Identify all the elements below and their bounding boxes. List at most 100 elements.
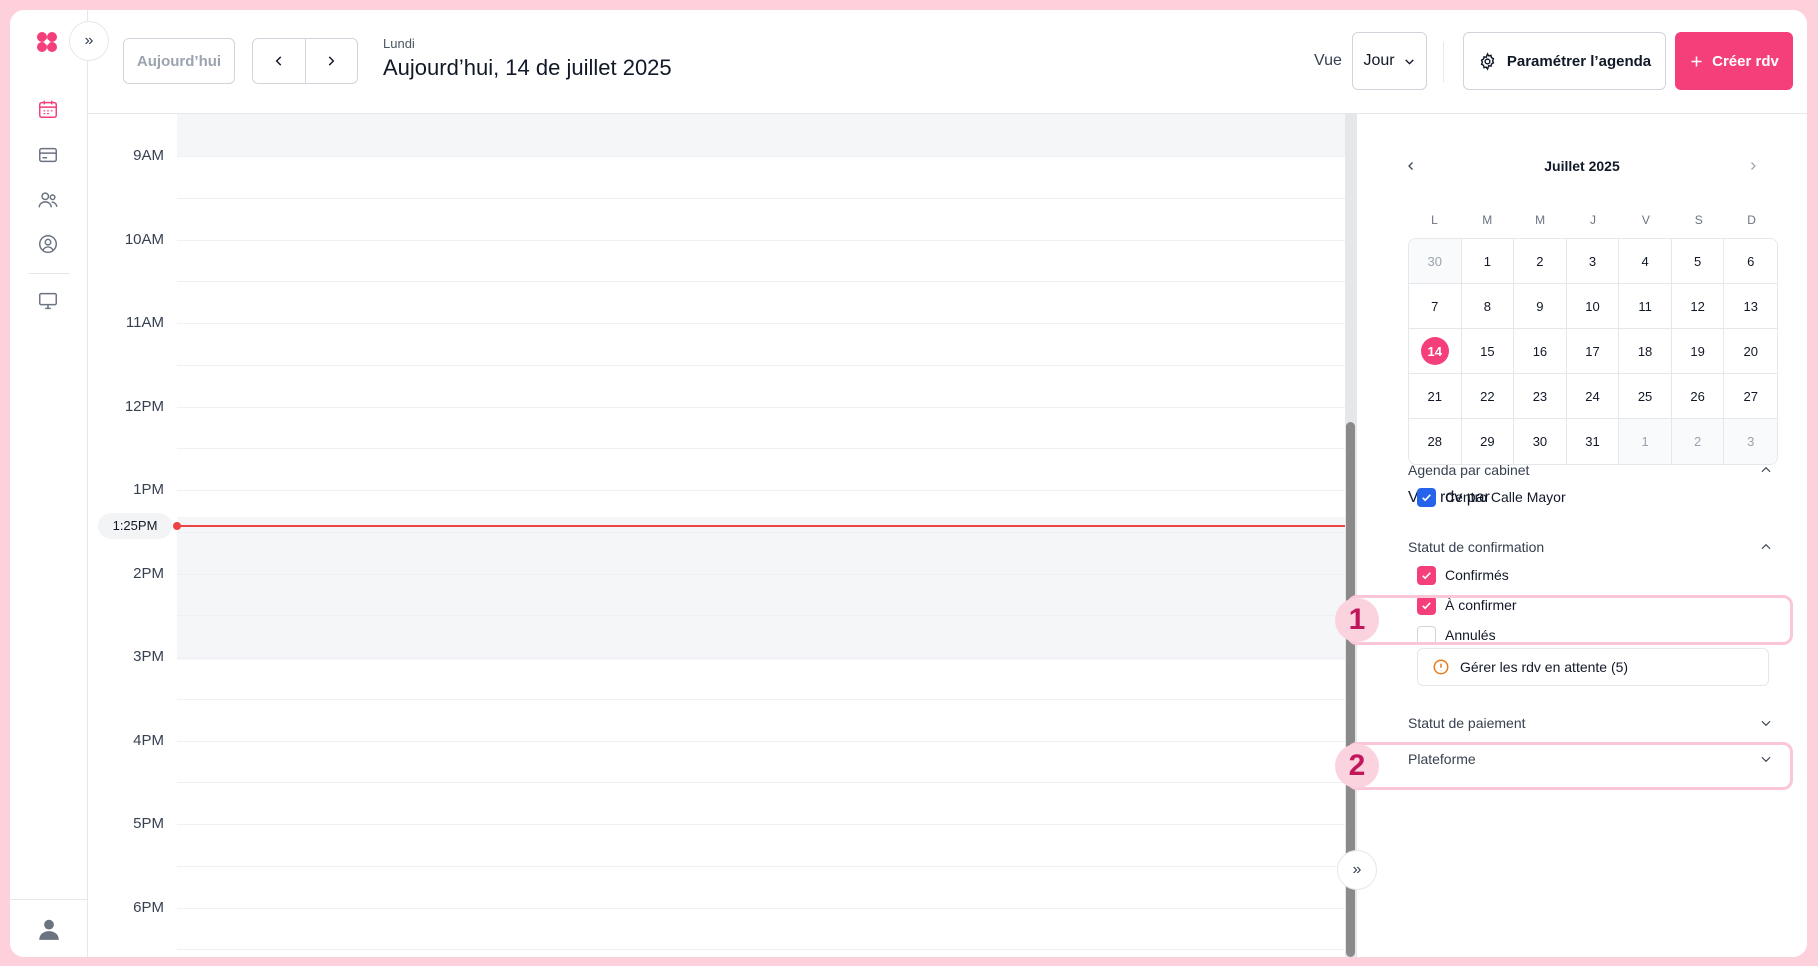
rail-divider	[28, 273, 70, 274]
create-button-label: Créer rdv	[1712, 52, 1779, 70]
calendar-day[interactable]: 8	[1461, 284, 1515, 329]
user-circle-icon[interactable]	[36, 232, 60, 256]
half-hour-line	[177, 281, 1345, 283]
chevron-down-icon	[1754, 711, 1778, 735]
weekday-label: V	[1641, 213, 1650, 227]
calendar-day[interactable]: 18	[1619, 329, 1672, 374]
view-select-value: Jour	[1363, 52, 1395, 69]
calendar-day[interactable]: 2	[1514, 239, 1567, 284]
hour-line	[177, 740, 1345, 742]
calendar-day[interactable]: 11	[1619, 284, 1672, 329]
hour-label: 5PM	[133, 815, 164, 832]
calendar-day[interactable]: 23	[1514, 374, 1567, 419]
day-column[interactable]	[173, 114, 1345, 957]
checkbox-confirmed[interactable]: Confirmés	[1417, 565, 1509, 585]
calendar-day[interactable]: 6	[1724, 239, 1777, 284]
calendar-day[interactable]: 24	[1566, 374, 1620, 419]
section-confirmation-label: Statut de confirmation	[1408, 539, 1545, 555]
day-name: Lundi	[383, 36, 415, 51]
section-platform-label: Plateforme	[1408, 751, 1476, 767]
calendar-icon[interactable]	[36, 97, 60, 121]
half-hour-line	[177, 949, 1345, 951]
calendar-day[interactable]: 13	[1724, 284, 1777, 329]
calendar-day[interactable]: 1	[1461, 239, 1515, 284]
create-appointment-button[interactable]: Créer rdv	[1675, 32, 1793, 90]
section-confirmation[interactable]: Statut de confirmation	[1408, 535, 1778, 559]
hour-label: 3PM	[133, 648, 164, 665]
calendar-day[interactable]: 15	[1461, 329, 1515, 374]
hour-label: 1PM	[133, 481, 164, 498]
calendar-day[interactable]: 16	[1514, 329, 1567, 374]
current-time-line	[173, 521, 1345, 530]
hour-label: 10AM	[124, 230, 164, 248]
checkbox-to-confirm-label: À confirmer	[1445, 597, 1517, 613]
card-icon[interactable]	[36, 143, 60, 167]
view-select[interactable]: Jour	[1352, 32, 1427, 90]
next-month-button[interactable]	[1743, 156, 1763, 176]
profile-avatar[interactable]	[10, 899, 88, 957]
double-chevron-right-icon: »	[1352, 861, 1362, 878]
calendar-day[interactable]: 7	[1409, 284, 1462, 329]
calendar-day[interactable]: 26	[1671, 374, 1725, 419]
warning-icon	[1433, 659, 1449, 675]
calendar-day[interactable]: 25	[1619, 374, 1672, 419]
logo-icon	[37, 32, 57, 52]
mini-calendar-header: Juillet 2025	[1401, 156, 1763, 180]
calendar-day[interactable]: 19	[1671, 329, 1725, 374]
mini-calendar-grid: 30 1 2 3 4 5 6 7 8 9 10 11 12 13 14 15 16 17 18 19 20 21 22 23 2…	[1408, 238, 1778, 465]
chevron-right-icon	[1751, 162, 1756, 170]
hour-label: 11AM	[125, 314, 164, 331]
monitor-icon[interactable]	[36, 289, 60, 313]
section-payment[interactable]: Statut de paiement	[1408, 711, 1778, 735]
manage-pending-button[interactable]: Gérer les rdv en attente (5)	[1417, 648, 1769, 686]
calendar-day[interactable]: 12	[1671, 284, 1725, 329]
checkbox-cabinet[interactable]: Centro Calle Mayor	[1417, 487, 1566, 507]
checkbox-checked-icon	[1417, 595, 1436, 615]
hour-line	[177, 573, 1345, 575]
mini-calendar-weekdays: LMMJVSD	[1408, 213, 1778, 227]
checkbox-unchecked-icon	[1417, 625, 1436, 645]
day-grid[interactable]: 9AM 10AM 11AM 12PM 1PM 2PM 3PM 4PM 5PM 6PM 1:25PM	[88, 114, 1356, 957]
calendar-day-today[interactable]: 14	[1409, 329, 1462, 374]
calendar-day[interactable]: 30	[1409, 239, 1462, 284]
view-label: Vue	[1314, 52, 1342, 69]
hour-label: 9AM	[133, 147, 164, 164]
calendar-day[interactable]: 9	[1514, 284, 1567, 329]
calendar-day[interactable]: 20	[1724, 329, 1777, 374]
checkbox-cancelled[interactable]: Annulés	[1417, 625, 1496, 645]
calendar-day[interactable]: 27	[1724, 374, 1777, 419]
weekday-label: M	[1482, 213, 1493, 227]
expand-sidebar-button[interactable]: »	[69, 21, 109, 61]
hour-label: 12PM	[124, 397, 164, 415]
collapse-panel-button[interactable]: »	[1337, 850, 1377, 890]
calendar-day[interactable]: 3	[1566, 239, 1620, 284]
half-hour-line	[177, 448, 1345, 450]
half-hour-line	[177, 698, 1345, 700]
plus-icon	[1691, 56, 1702, 66]
half-hour-line	[177, 615, 1345, 617]
double-chevron-right-icon: »	[84, 32, 94, 49]
mini-calendar-title: Juillet 2025	[1544, 158, 1620, 174]
calendar-day[interactable]: 17	[1566, 329, 1620, 374]
checkbox-checked-icon	[1417, 565, 1436, 585]
today-button[interactable]: Aujourd’hui	[123, 38, 235, 84]
weekday-label: M	[1535, 213, 1546, 227]
hour-line	[177, 156, 1345, 157]
section-platform[interactable]: Plateforme	[1408, 747, 1778, 771]
profile-icon	[39, 919, 59, 940]
annotation-badge-2: 2	[1335, 744, 1379, 788]
calendar-day[interactable]: 22	[1461, 374, 1515, 419]
settings-button[interactable]: Paramétrer l’agenda	[1463, 32, 1666, 90]
section-cabinet[interactable]: Agenda par cabinet	[1408, 458, 1778, 482]
users-icon[interactable]	[36, 188, 60, 212]
checkbox-to-confirm[interactable]: À confirmer	[1417, 595, 1517, 615]
calendar-day[interactable]: 10	[1566, 284, 1620, 329]
previous-day-button[interactable]	[253, 39, 305, 83]
toolbar-divider	[1443, 42, 1444, 82]
next-day-button[interactable]	[304, 39, 358, 83]
page-title: Aujourd’hui, 14 de juillet 2025	[383, 55, 672, 80]
calendar-day[interactable]: 21	[1409, 374, 1462, 419]
chevron-up-icon	[1754, 458, 1778, 482]
calendar-day[interactable]: 5	[1671, 239, 1725, 284]
calendar-day[interactable]: 4	[1619, 239, 1672, 284]
